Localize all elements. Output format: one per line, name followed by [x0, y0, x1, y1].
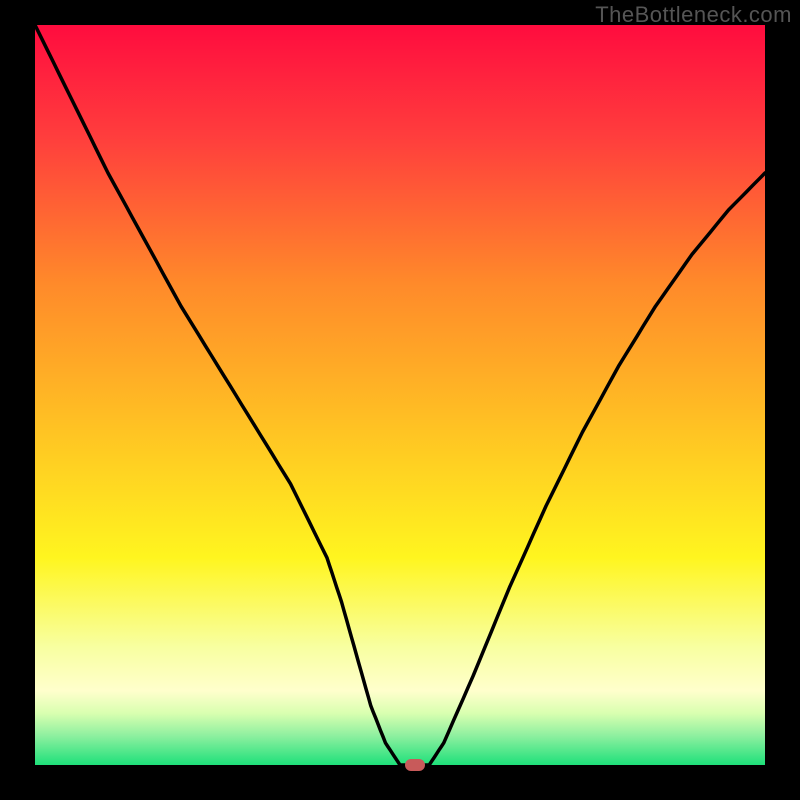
optimal-point-marker	[405, 759, 425, 771]
plot-area	[35, 25, 765, 765]
chart-frame: TheBottleneck.com	[0, 0, 800, 800]
bottleneck-curve	[35, 25, 765, 765]
watermark-text: TheBottleneck.com	[595, 2, 792, 28]
